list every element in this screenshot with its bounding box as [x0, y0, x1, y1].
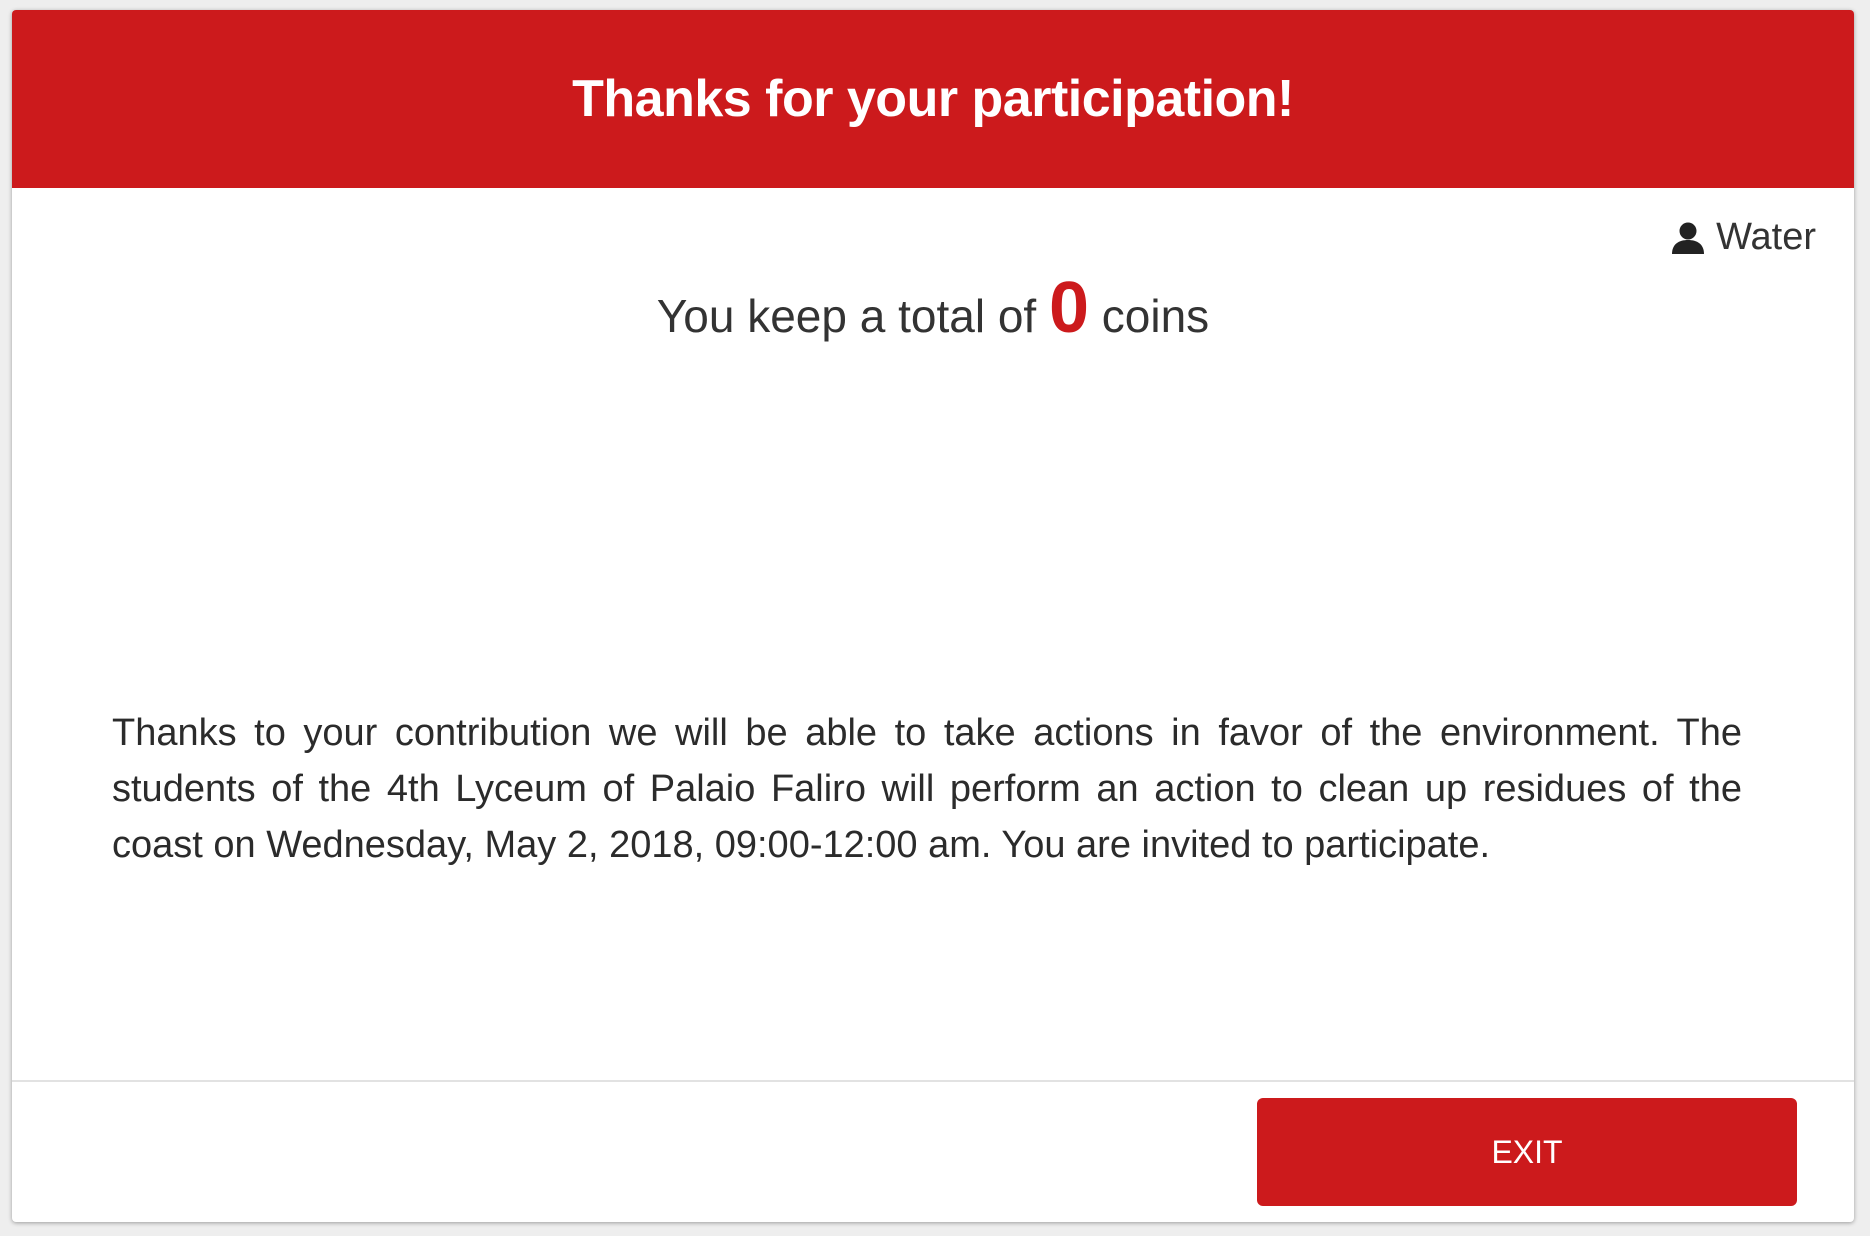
footer-divider — [12, 1080, 1854, 1082]
coins-value: 0 — [1048, 268, 1090, 348]
coins-prefix: You keep a total of — [656, 290, 1049, 342]
thank-you-message: Thanks to your contribution we will be a… — [112, 712, 1742, 866]
dialog-title: Thanks for your participation! — [572, 70, 1294, 128]
participation-dialog: Thanks for your participation! Water You… — [12, 10, 1854, 1222]
coins-suffix: coins — [1089, 290, 1210, 342]
user-indicator: Water — [1670, 216, 1816, 259]
user-name: Water — [1716, 216, 1816, 258]
exit-button[interactable]: EXIT — [1257, 1098, 1797, 1206]
user-icon — [1672, 222, 1705, 254]
dialog-header: Thanks for your participation! — [12, 10, 1854, 188]
coins-summary: You keep a total of 0 coins — [12, 272, 1854, 344]
